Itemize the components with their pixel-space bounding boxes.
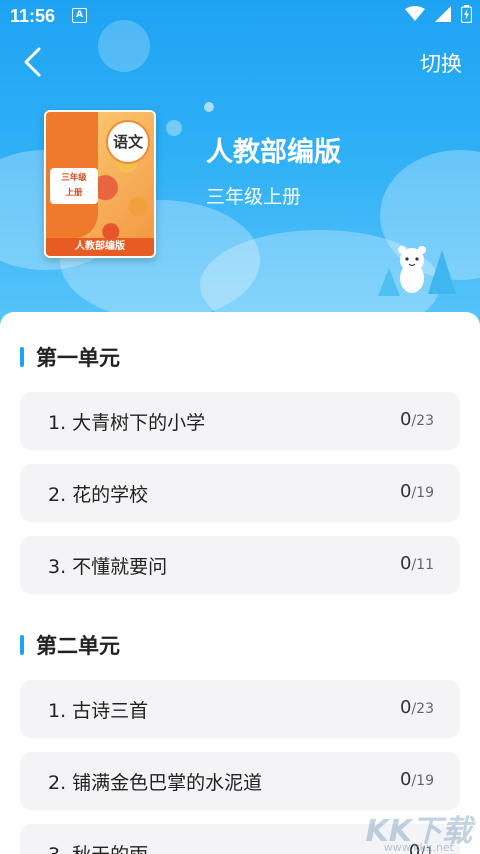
- lesson-progress: 0/19: [400, 481, 434, 502]
- bubble-decoration: [166, 120, 182, 136]
- unit-title-text: 第一单元: [36, 346, 120, 370]
- lesson-item[interactable]: 1. 古诗三首 0/23: [20, 680, 460, 738]
- mascot-icon: [398, 246, 426, 293]
- lesson-name: 1. 古诗三首: [48, 700, 149, 722]
- lesson-total-count: /11: [411, 557, 434, 573]
- book-grade-label: 三年级 上册: [50, 168, 98, 204]
- lesson-progress: 0/23: [400, 409, 434, 430]
- book-grade-line2: 上册: [65, 188, 83, 198]
- signal-icon: [435, 6, 451, 22]
- lesson-name: 1. 大青树下的小学: [48, 412, 206, 434]
- lesson-progress: 0/19: [400, 769, 434, 790]
- book-publisher: 人教部编版: [46, 238, 154, 256]
- lesson-done-count: 0: [400, 481, 412, 502]
- grade-subtitle: 三年级上册: [206, 186, 302, 208]
- lesson-name: 3. 不懂就要问: [48, 556, 168, 578]
- unit-title: 第二单元: [20, 630, 120, 660]
- lesson-item[interactable]: 2. 花的学校 0/19: [20, 464, 460, 522]
- lesson-progress: 0/23: [400, 697, 434, 718]
- tree-decoration: [428, 250, 456, 294]
- lesson-done-count: 0: [400, 697, 412, 718]
- book-cover[interactable]: 语文 三年级 上册 人教部编版: [44, 110, 156, 258]
- section-marker: [20, 635, 24, 655]
- lesson-list-panel: 第一单元 1. 大青树下的小学 0/23 2. 花的学校 0/19 3. 不懂就…: [0, 312, 480, 854]
- status-icons: [405, 5, 472, 23]
- section-marker: [20, 347, 24, 367]
- lesson-done-count: 0: [400, 553, 412, 574]
- lesson-total-count: /19: [411, 773, 434, 789]
- lesson-progress: 0/11: [400, 553, 434, 574]
- lesson-name: 3. 秋天的雨: [48, 840, 148, 854]
- bubble-decoration: [204, 102, 214, 112]
- lesson-total-count: /23: [411, 701, 434, 717]
- status-time: 11:56: [10, 6, 56, 26]
- edition-title: 人教部编版: [206, 137, 341, 168]
- lesson-item[interactable]: 2. 铺满金色巴掌的水泥道 0/19: [20, 752, 460, 810]
- unit-title-text: 第二单元: [36, 634, 120, 658]
- status-bar: 11:56 A: [0, 0, 480, 32]
- lesson-name: 2. 铺满金色巴掌的水泥道: [48, 772, 263, 794]
- lesson-done-count: 0: [400, 409, 412, 430]
- watermark-url: www.kkx.net: [383, 841, 454, 854]
- book-subject-badge: 语文: [106, 120, 150, 164]
- lesson-name: 2. 花的学校: [48, 484, 149, 506]
- battery-icon: [461, 5, 472, 23]
- lesson-item[interactable]: 1. 大青树下的小学 0/23: [20, 392, 460, 450]
- lesson-done-count: 0: [400, 769, 412, 790]
- lesson-total-count: /19: [411, 485, 434, 501]
- unit-title: 第一单元: [20, 342, 120, 372]
- switch-button[interactable]: 切换: [420, 48, 462, 78]
- lesson-item[interactable]: 3. 不懂就要问 0/11: [20, 536, 460, 594]
- header-banner: 11:56 A 切换 语文 三年级 上册 人教部编版 人教部编版 三年级上册: [0, 0, 480, 340]
- wifi-icon: [405, 6, 425, 21]
- lesson-total-count: /23: [411, 413, 434, 429]
- back-button[interactable]: [14, 44, 50, 80]
- notification-icon: A: [72, 8, 87, 23]
- chevron-left-icon: [24, 47, 41, 77]
- book-grade-line1: 三年级: [61, 173, 87, 183]
